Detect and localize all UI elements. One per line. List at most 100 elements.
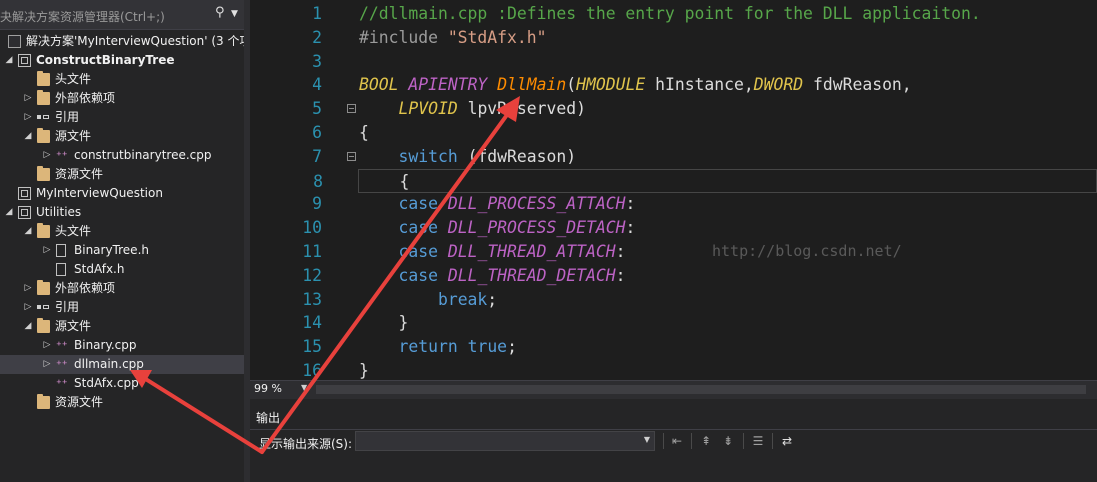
code-text: case DLL_PROCESS_ATTACH:: [359, 192, 635, 216]
folder-icon: [37, 90, 50, 105]
code-line[interactable]: 12 case DLL_THREAD_DETACH:: [250, 264, 1097, 288]
code-line[interactable]: 9 case DLL_PROCESS_ATTACH:: [250, 192, 1097, 216]
output-source-label: 显示输出来源(S):: [259, 437, 353, 451]
collapsed-arrow-icon[interactable]: ▷: [23, 89, 33, 108]
zoom-level[interactable]: 99 %: [254, 382, 282, 395]
header-file-icon: [56, 263, 66, 276]
toolbar-separator: [743, 433, 744, 449]
expanded-arrow-icon[interactable]: ◢: [4, 203, 14, 222]
collapse-region-icon[interactable]: [347, 151, 356, 161]
collapsed-arrow-icon[interactable]: ▷: [42, 336, 52, 355]
code-token: return: [398, 337, 458, 357]
tree-item[interactable]: ▷ 外部依赖项: [0, 279, 244, 298]
code-token: switch: [398, 146, 458, 166]
cpp-file-icon: ⁺⁺: [56, 339, 68, 352]
collapsed-arrow-icon[interactable]: ▷: [23, 108, 33, 127]
word-wrap-icon[interactable]: ⇄: [779, 433, 795, 449]
code-line[interactable]: 4 BOOL APIENTRY DllMain(HMODULE hInstance…: [250, 73, 1097, 97]
code-token: DWORD: [753, 75, 804, 95]
collapsed-arrow-icon[interactable]: ▷: [23, 298, 33, 317]
tree-item-label: 源文件: [55, 319, 92, 333]
tree-item[interactable]: ◢ Utilities: [0, 203, 244, 222]
code-text: BOOL APIENTRY DllMain(HMODULE hInstance,…: [359, 73, 912, 97]
tree-item[interactable]: ◢ 源文件: [0, 127, 244, 146]
code-line[interactable]: 11 case DLL_THREAD_ATTACH:: [250, 240, 1097, 264]
collapse-region-icon[interactable]: [347, 104, 356, 114]
code-line[interactable]: 8 {: [313, 168, 1097, 193]
expanded-arrow-icon[interactable]: ◢: [4, 51, 14, 70]
collapsed-arrow-icon[interactable]: ▷: [23, 279, 33, 298]
code-line[interactable]: 6{: [250, 121, 1097, 145]
tree-item[interactable]: ◢ ConstructBinaryTree: [0, 51, 244, 70]
code-line[interactable]: 16}: [250, 359, 1097, 380]
search-placeholder: 夬解决方案资源管理器(Ctrl+;): [0, 10, 165, 24]
tree-item[interactable]: ⁺⁺ StdAfx.cpp: [0, 374, 244, 393]
code-line[interactable]: 5 LPVOID lpvReserved): [250, 97, 1097, 121]
find-message-icon[interactable]: ⇤: [669, 433, 685, 449]
tree-item[interactable]: ▷ BinaryTree.h: [0, 241, 244, 260]
editor-status-bar: 99 % ▼: [250, 380, 1097, 399]
watermark-text: http://blog.csdn.net/: [712, 242, 902, 260]
code-text: //dllmain.cpp :Defines the entry point f…: [359, 2, 981, 26]
tree-item[interactable]: ▷ ⁺⁺ construtbinarytree.cpp: [0, 146, 244, 165]
expanded-arrow-icon[interactable]: ◢: [23, 127, 33, 146]
tree-item[interactable]: 资源文件: [0, 393, 244, 412]
tree-item-label: 资源文件: [55, 395, 104, 409]
code-line[interactable]: 10 case DLL_PROCESS_DETACH:: [250, 216, 1097, 240]
solution-icon: [8, 35, 21, 48]
tree-item[interactable]: 解决方案'MyInterviewQuestion' (3 个项目): [0, 32, 244, 51]
expanded-arrow-icon[interactable]: ◢: [23, 317, 33, 336]
code-token: lpvReserved): [457, 99, 586, 119]
code-token: }: [359, 361, 369, 380]
line-number: 4: [312, 75, 322, 95]
output-source-select[interactable]: ▼: [355, 431, 655, 451]
code-token: LPVOID: [398, 99, 458, 119]
tree-item[interactable]: ▷ 引用: [0, 298, 244, 317]
reference-icon: [37, 301, 50, 314]
code-line[interactable]: 14 }: [250, 311, 1097, 335]
search-options-chevron-icon[interactable]: ▼: [231, 9, 238, 19]
collapsed-arrow-icon[interactable]: ▷: [42, 355, 52, 374]
line-number: 13: [302, 289, 322, 309]
tree-item[interactable]: ▷ ⁺⁺ dllmain.cpp: [0, 355, 244, 374]
code-line[interactable]: 15 return true;: [250, 335, 1097, 359]
tree-item[interactable]: MyInterviewQuestion: [0, 184, 244, 203]
tree-item[interactable]: 资源文件: [0, 165, 244, 184]
code-token: :: [615, 242, 626, 261]
code-line[interactable]: 2 #include "StdAfx.h": [250, 26, 1097, 50]
code-token: {: [359, 123, 369, 142]
code-token: case: [398, 194, 438, 214]
line-number: 8: [313, 171, 323, 191]
line-number: 14: [302, 313, 322, 333]
code-line[interactable]: 3: [250, 50, 1097, 74]
tree-item-label: Binary.cpp: [74, 338, 137, 352]
folder-icon: [37, 166, 50, 181]
expanded-arrow-icon[interactable]: ◢: [23, 222, 33, 241]
previous-message-icon[interactable]: ⇞: [698, 433, 714, 449]
code-line[interactable]: 1 //dllmain.cpp :Defines the entry point …: [250, 2, 1097, 26]
tree-item[interactable]: ▷ 引用: [0, 108, 244, 127]
cpp-file-icon: ⁺⁺: [56, 377, 68, 390]
zoom-dropdown-chevron-icon[interactable]: ▼: [301, 383, 307, 392]
clear-all-icon[interactable]: ☰: [750, 433, 766, 449]
code-line[interactable]: 7 switch (fdwReason): [250, 145, 1097, 169]
tree-item[interactable]: 头文件: [0, 70, 244, 89]
search-icon[interactable]: ⚲: [215, 5, 225, 20]
line-number: 5: [312, 99, 322, 119]
collapsed-arrow-icon[interactable]: ▷: [42, 146, 52, 165]
tree-item[interactable]: ▷ ⁺⁺ Binary.cpp: [0, 336, 244, 355]
output-panel-title: 输出: [256, 411, 281, 425]
tree-item[interactable]: ◢ 头文件: [0, 222, 244, 241]
tree-item[interactable]: ◢ 源文件: [0, 317, 244, 336]
next-message-icon[interactable]: ⇟: [720, 433, 736, 449]
code-editor[interactable]: 1 //dllmain.cpp :Defines the entry point …: [250, 0, 1097, 380]
tree-item[interactable]: ▷ 外部依赖项: [0, 89, 244, 108]
solution-search-box[interactable]: 夬解决方案资源管理器(Ctrl+;) ⚲ ▼: [0, 0, 244, 30]
collapsed-arrow-icon[interactable]: ▷: [42, 241, 52, 260]
code-line[interactable]: 13 break;: [250, 288, 1097, 312]
horizontal-scrollbar[interactable]: [316, 385, 1086, 394]
tree-item[interactable]: StdAfx.h: [0, 260, 244, 279]
code-token: DLL_PROCESS_DETACH: [447, 218, 626, 238]
